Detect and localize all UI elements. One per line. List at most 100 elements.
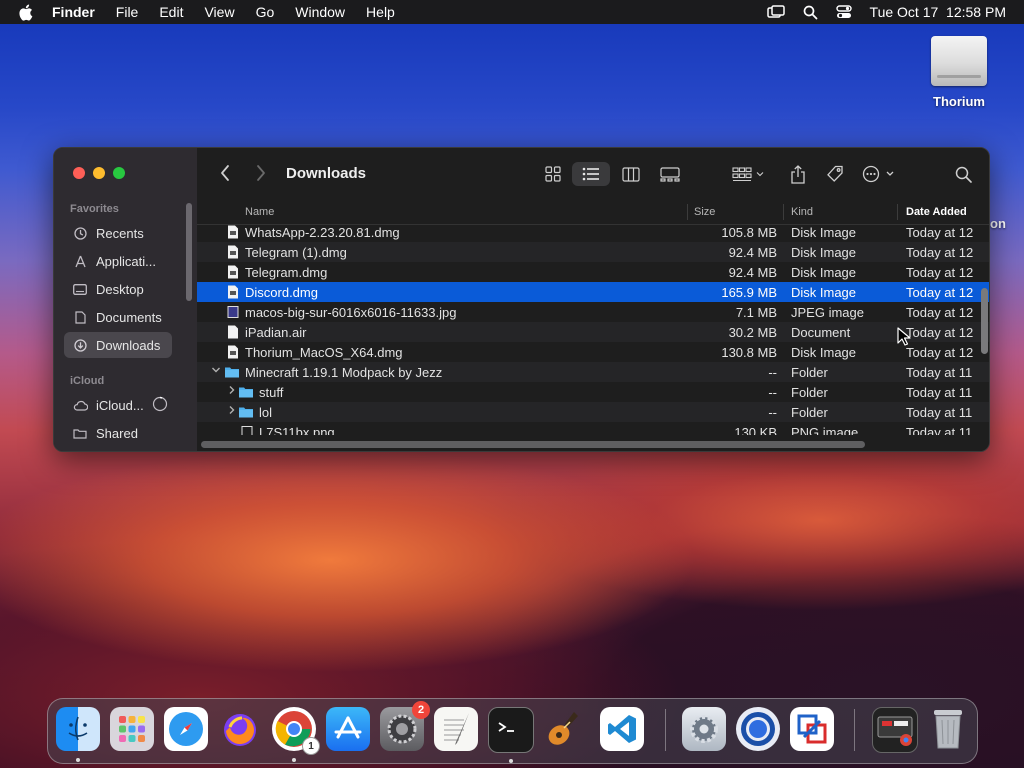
folder-icon — [239, 387, 253, 398]
dock-thorium-icon[interactable] — [736, 707, 780, 751]
screen-mirroring-icon[interactable] — [766, 5, 785, 19]
list-view-button[interactable] — [572, 162, 610, 186]
dock-vscode-icon[interactable] — [600, 707, 644, 751]
dock-finder-icon[interactable] — [56, 707, 100, 762]
table-row[interactable]: Thorium_MacOS_X64.dmg 130.8 MB Disk Imag… — [197, 342, 989, 362]
minimize-window-button[interactable] — [93, 167, 105, 179]
document-file-icon — [228, 325, 238, 339]
table-row[interactable]: lol -- Folder Today at 11 — [197, 402, 989, 422]
table-row[interactable]: WhatsApp-2.23.20.81.dmg 105.8 MB Disk Im… — [197, 225, 989, 242]
column-header-name[interactable]: Name — [245, 206, 274, 218]
dock-trash-icon[interactable] — [926, 707, 970, 751]
column-header-kind[interactable]: Kind — [791, 206, 813, 218]
dock-garageband-icon[interactable] — [542, 707, 586, 751]
table-row[interactable]: L7S11bx.png 130 KB PNG image Today at 11 — [197, 422, 989, 435]
menu-finder[interactable]: Finder — [52, 4, 95, 20]
menu-go[interactable]: Go — [256, 4, 275, 20]
dock-separator — [854, 709, 855, 751]
sidebar-item-downloads[interactable]: Downloads — [64, 332, 172, 358]
sidebar-item-icloud-drive[interactable]: iCloud... — [64, 392, 172, 418]
dock-firefox-icon[interactable] — [218, 707, 262, 751]
columns-icon — [622, 166, 640, 182]
download-icon — [72, 338, 88, 352]
desktop-drive[interactable]: Thorium — [920, 36, 998, 109]
dock-chrome-icon[interactable]: 1 — [272, 707, 320, 762]
apple-menu-icon[interactable] — [18, 4, 38, 21]
table-row[interactable]: Telegram.dmg 92.4 MB Disk Image Today at… — [197, 262, 989, 282]
tags-button[interactable] — [821, 162, 849, 186]
finder-window: Favorites Recents Applicati... Desktop D… — [53, 147, 990, 452]
horizontal-scrollbar[interactable] — [201, 441, 865, 448]
table-row[interactable]: Telegram (1).dmg 92.4 MB Disk Image Toda… — [197, 242, 989, 262]
dock-gear-app-icon[interactable] — [682, 707, 726, 751]
image-file-icon — [227, 306, 239, 318]
icon-view-button[interactable] — [537, 162, 569, 186]
dock-textedit-icon[interactable] — [434, 707, 478, 751]
menu-view[interactable]: View — [204, 4, 234, 20]
sidebar-item-documents[interactable]: Documents — [64, 304, 172, 330]
desktop-drive-label: Thorium — [933, 94, 985, 109]
action-menu-button[interactable] — [859, 162, 899, 186]
gallery-view-button[interactable] — [653, 162, 687, 186]
sidebar-item-label: iCloud... — [96, 397, 144, 413]
desktop-partial-label[interactable]: on — [990, 216, 1006, 231]
sidebar-item-recents[interactable]: Recents — [64, 220, 172, 246]
file-kind: Folder — [791, 405, 828, 420]
file-date-added: Today at 12 — [906, 325, 974, 340]
table-row-selected[interactable]: Discord.dmg 165.9 MB Disk Image Today at… — [197, 282, 989, 302]
group-by-button[interactable] — [727, 162, 771, 186]
dock-safari-icon[interactable] — [164, 707, 208, 751]
disk-image-file-icon — [228, 265, 238, 279]
file-name: lol — [259, 405, 273, 420]
disclosure-collapsed-icon[interactable] — [227, 385, 237, 398]
control-center-icon[interactable] — [835, 5, 852, 19]
table-row[interactable]: Minecraft 1.19.1 Modpack by Jezz -- Fold… — [197, 362, 989, 382]
disk-image-file-icon — [228, 245, 238, 259]
vertical-scrollbar[interactable] — [981, 288, 988, 354]
spotlight-search-icon[interactable] — [803, 5, 818, 20]
file-size: 105.8 MB — [721, 225, 777, 240]
dock-parallels-icon[interactable] — [790, 707, 834, 751]
column-view-button[interactable] — [615, 162, 647, 186]
menu-edit[interactable]: Edit — [159, 4, 183, 20]
sidebar-item-label: Downloads — [96, 337, 161, 353]
sidebar-item-desktop[interactable]: Desktop — [64, 276, 172, 302]
dock-app-store-icon[interactable] — [326, 707, 370, 751]
dock-terminal-icon[interactable] — [488, 707, 534, 763]
sidebar-item-shared[interactable]: Shared — [64, 420, 172, 446]
file-date-added: Today at 12 — [906, 245, 974, 260]
file-name: Telegram.dmg — [245, 265, 328, 280]
menu-window[interactable]: Window — [295, 4, 345, 20]
back-button[interactable] — [219, 164, 231, 187]
dock-chrome-apps-icon[interactable] — [872, 707, 918, 753]
column-header-size[interactable]: Size — [694, 206, 715, 218]
group-icon — [732, 166, 764, 181]
column-headers: Name Size Kind Date Added — [197, 200, 989, 225]
table-row[interactable]: iPadian.air 30.2 MB Document Today at 12 — [197, 322, 989, 342]
sidebar-item-label: Shared — [96, 425, 138, 441]
disclosure-expanded-icon[interactable] — [211, 365, 221, 378]
zoom-window-button[interactable] — [113, 167, 125, 179]
file-date-added: Today at 11 — [906, 365, 973, 380]
disclosure-collapsed-icon[interactable] — [227, 405, 237, 418]
shared-folder-icon — [72, 428, 88, 439]
dock-launchpad-icon[interactable] — [110, 707, 154, 751]
column-header-date-added[interactable]: Date Added — [906, 206, 967, 218]
close-window-button[interactable] — [73, 167, 85, 179]
sidebar-header-favorites: Favorites — [70, 203, 119, 215]
share-button[interactable] — [784, 162, 812, 186]
file-date-added: Today at 11 — [906, 425, 973, 435]
search-button[interactable] — [949, 162, 977, 186]
folder-icon — [239, 407, 253, 418]
table-row[interactable]: stuff -- Folder Today at 11 — [197, 382, 989, 402]
share-icon — [791, 164, 805, 184]
running-indicator — [292, 758, 296, 762]
dock-system-settings-icon[interactable]: 2 — [380, 701, 430, 751]
menu-file[interactable]: File — [116, 4, 139, 20]
sidebar-item-applications[interactable]: Applicati... — [64, 248, 172, 274]
menubar-clock[interactable]: Tue Oct 17 12:58 PM — [870, 4, 1006, 20]
forward-button[interactable] — [255, 164, 267, 187]
table-row[interactable]: macos-big-sur-6016x6016-11633.jpg 7.1 MB… — [197, 302, 989, 322]
sidebar-scrollbar[interactable] — [186, 203, 192, 301]
menu-help[interactable]: Help — [366, 4, 395, 20]
